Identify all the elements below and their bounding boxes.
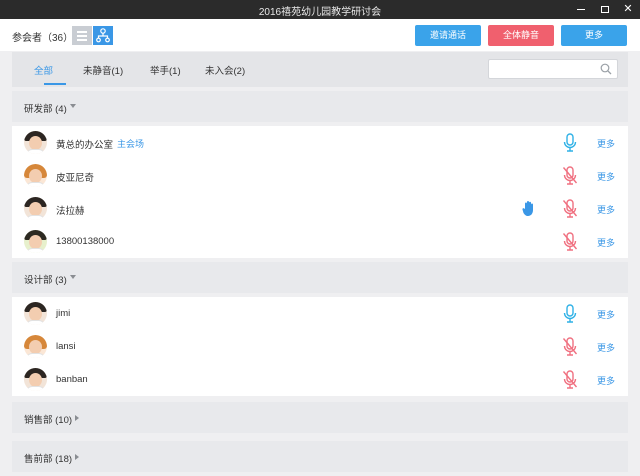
avatar [24,368,47,391]
list-item[interactable]: 法拉赫 更多 [12,192,628,225]
list-item[interactable]: lansi 更多 [12,330,628,363]
main-venue-tag: 主会场 [117,139,145,149]
caret-right-icon [75,415,79,421]
maximize-button[interactable] [594,0,616,19]
toolbar: 参会者（36） 邀请通话 全体静音 更多 [0,19,640,51]
avatar [24,164,47,187]
member-more-link[interactable]: 更多 [597,203,615,216]
more-button[interactable]: 更多 [561,25,627,46]
avatar [24,335,47,358]
member-more-link[interactable]: 更多 [597,374,615,387]
mic-on-icon[interactable] [562,304,578,324]
tab-not-joined[interactable]: 未入会(2) [205,63,245,77]
group-header-presales[interactable]: 售前部 (18) [12,441,628,472]
search-input[interactable] [488,59,618,79]
participants-count: 参会者（36） [12,33,74,44]
avatar [24,302,47,325]
window-title: 2016禧苑幼儿园教学研讨会 [258,7,382,18]
group-label: 销售部 (10) [24,415,73,426]
caret-right-icon [75,454,79,460]
member-more-link[interactable]: 更多 [597,341,615,354]
group-view-button[interactable] [93,26,113,45]
group-header-sales[interactable]: 销售部 (10) [12,402,628,433]
avatar [24,230,47,253]
mic-on-icon[interactable] [562,133,578,153]
list-item[interactable]: 黄总的办公室 主会场 更多 [12,126,628,159]
filter-tabs: 全部 未静音(1) 举手(1) 未入会(2) [12,52,628,87]
tab-hand-raised[interactable]: 举手(1) [150,63,181,77]
minimize-icon [577,8,585,10]
group-header-design[interactable]: 设计部 (3) [12,262,628,293]
group-label: 研发部 (4) [24,104,67,115]
member-name: jimi [56,308,71,319]
group-label: 售前部 (18) [24,454,73,465]
list-item[interactable]: jimi 更多 [12,297,628,330]
raised-hand-icon [522,201,533,216]
mic-muted-icon[interactable] [562,337,578,357]
member-more-link[interactable]: 更多 [597,236,615,249]
member-more-link[interactable]: 更多 [597,170,615,183]
member-name: 法拉赫 [56,206,85,217]
group-header-rd[interactable]: 研发部 (4) [12,91,628,122]
list-view-button[interactable] [72,26,92,45]
mic-muted-icon[interactable] [562,370,578,390]
view-toggle [72,26,113,45]
search-icon [600,63,612,75]
tab-unmuted[interactable]: 未静音(1) [83,63,123,77]
close-icon: ✕ [623,3,633,15]
mute-all-button[interactable]: 全体静音 [488,25,554,46]
caret-down-icon [70,104,76,108]
list-item[interactable]: banban 更多 [12,363,628,396]
close-button[interactable]: ✕ [617,0,639,19]
list-item[interactable]: 13800138000 更多 [12,225,628,258]
caret-down-icon [70,275,76,279]
list-item[interactable]: 皮亚尼奇 更多 [12,159,628,192]
member-name: 皮亚尼奇 [56,173,95,184]
org-tree-icon [96,28,110,43]
tab-active-indicator [44,83,66,85]
tab-all[interactable]: 全部 [34,63,53,77]
member-name: lansi [56,341,76,352]
mic-muted-icon[interactable] [562,232,578,252]
member-name: 黄总的办公室 [56,140,114,151]
avatar [24,131,47,154]
mic-muted-icon[interactable] [562,199,578,219]
invite-call-button[interactable]: 邀请通话 [415,25,481,46]
member-name: banban [56,374,88,385]
title-bar: 2016禧苑幼儿园教学研讨会 ✕ [0,0,640,19]
maximize-icon [601,5,609,13]
avatar [24,197,47,220]
member-name: 13800138000 [56,236,115,247]
minimize-button[interactable] [570,0,592,19]
group-label: 设计部 (3) [24,275,67,286]
member-more-link[interactable]: 更多 [597,308,615,321]
member-more-link[interactable]: 更多 [597,137,615,150]
mic-muted-icon[interactable] [562,166,578,186]
